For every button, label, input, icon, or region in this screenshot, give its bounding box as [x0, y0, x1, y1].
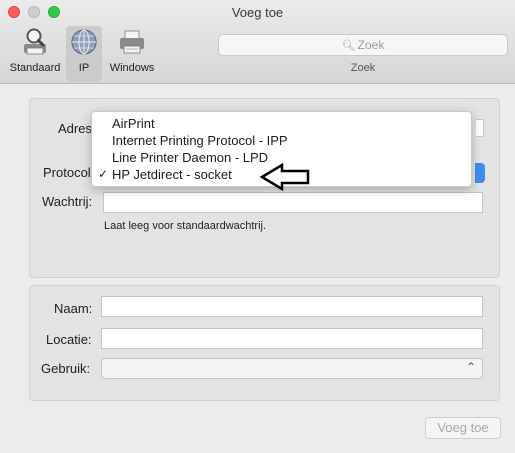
menu-item-label: HP Jetdirect - socket — [112, 167, 232, 182]
toolbar-ip[interactable]: IP — [66, 26, 102, 82]
updown-chevron-icon: ⌃︎ — [465, 360, 476, 374]
window-title: Voeg toe — [231, 5, 284, 20]
search-input[interactable]: 🔍︎ Zoek — [218, 34, 508, 56]
naam-field[interactable] — [101, 296, 483, 317]
search-placeholder: Zoek — [357, 38, 385, 52]
magnifier-printer-icon — [24, 28, 46, 55]
protocol-label: Protocol — [43, 165, 91, 180]
protocol-menu: AirPrint Internet Printing Protocol - IP… — [91, 111, 472, 187]
toolbar-windows[interactable]: Windows — [106, 26, 158, 82]
locatie-field[interactable] — [101, 328, 483, 349]
adres-label: Adres — [58, 121, 92, 136]
toolbar-windows-label: Windows — [109, 62, 155, 74]
checkmark-icon: ✓ — [98, 167, 109, 181]
toolbar-ip-label: IP — [78, 62, 90, 74]
gebruik-label: Gebruik: — [41, 361, 91, 376]
add-button[interactable]: Voeg toe — [425, 417, 501, 439]
locatie-label: Locatie: — [46, 332, 92, 347]
search-icon: 🔍︎ — [341, 40, 356, 52]
printer-icon — [120, 30, 144, 54]
naam-label: Naam: — [54, 301, 93, 316]
title-toolbar: Voeg toe Standaard IP Windows 🔍︎ Zoek Zo… — [0, 0, 515, 84]
globe-icon — [71, 29, 97, 55]
protocol-popup-button[interactable] — [475, 163, 485, 183]
toolbar-standaard-label: Standaard — [9, 62, 61, 74]
search-area: 🔍︎ Zoek Zoek — [218, 34, 508, 74]
wachtrij-field[interactable] — [103, 192, 483, 213]
add-printer-window: Voeg toe Standaard IP Windows 🔍︎ Zoek Zo… — [0, 0, 515, 453]
wachtrij-label: Wachtrij: — [42, 194, 93, 209]
menu-item-label: Line Printer Daemon - LPD — [112, 150, 269, 165]
menu-item-label: Internet Printing Protocol - IPP — [112, 133, 288, 148]
menu-item-label: AirPrint — [112, 116, 155, 131]
wachtrij-hint: Laat leeg voor standaardwachtrij. — [104, 220, 267, 232]
gebruik-select[interactable]: ⌃︎ — [101, 358, 483, 379]
search-label: Zoek — [350, 62, 376, 74]
toolbar-standaard[interactable]: Standaard — [8, 26, 62, 82]
menu-item-jetdirect[interactable]: ✓ HP Jetdirect - socket — [92, 166, 471, 183]
menu-item-airprint[interactable]: AirPrint — [92, 115, 471, 132]
menu-item-ipp[interactable]: Internet Printing Protocol - IPP — [92, 132, 471, 149]
menu-item-lpd[interactable]: Line Printer Daemon - LPD — [92, 149, 471, 166]
adres-field[interactable] — [476, 119, 484, 137]
